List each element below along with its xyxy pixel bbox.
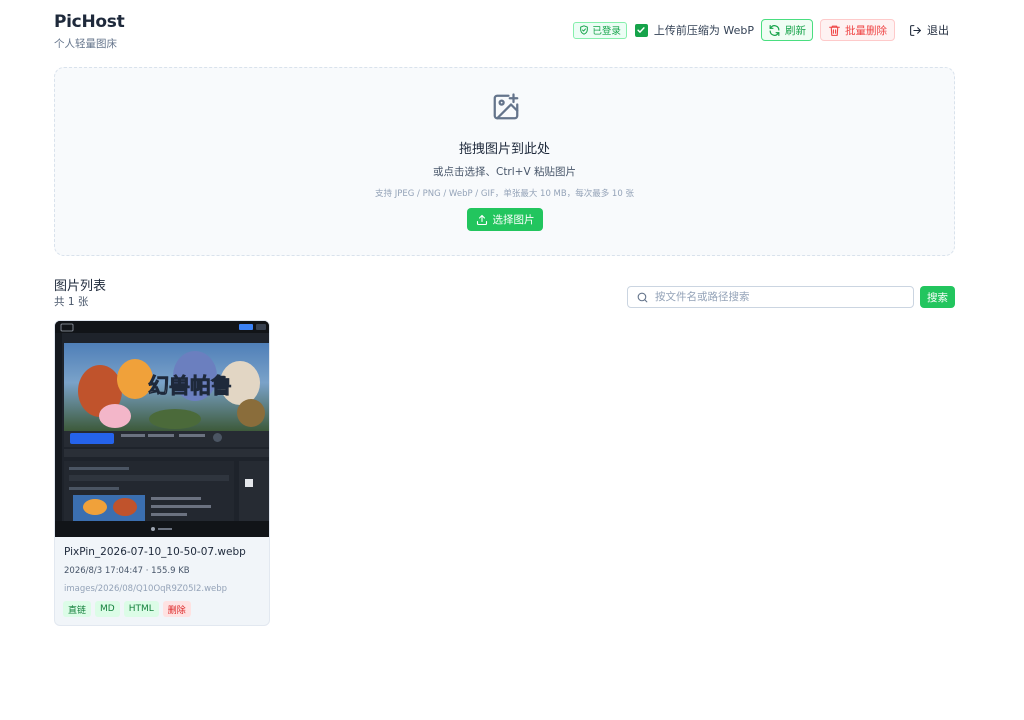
shield-check-icon [580, 25, 589, 35]
dropzone-hint: 支持 JPEG / PNG / WebP / GIF，单张最大 10 MB，每次… [375, 189, 634, 199]
refresh-button[interactable]: 刷新 [761, 19, 813, 41]
header-actions: 已登录 上传前压缩为 WebP 刷新 批量删除 退出 [573, 19, 955, 41]
select-images-button[interactable]: 选择图片 [467, 208, 543, 231]
logged-in-badge: 已登录 [573, 21, 627, 39]
search-icon [637, 292, 648, 302]
copy-direct-link-button[interactable]: 直链 [63, 601, 92, 617]
select-images-label: 选择图片 [492, 214, 535, 226]
logout-label: 退出 [927, 24, 949, 37]
search-input[interactable] [655, 291, 905, 303]
logout-icon [910, 24, 921, 36]
image-plus-icon [493, 93, 519, 120]
compress-webp-option[interactable]: 上传前压缩为 WebP [634, 22, 754, 38]
logout-button[interactable]: 退出 [903, 19, 955, 41]
dropzone-title: 拖拽图片到此处 [458, 142, 550, 157]
bulk-delete-label: 批量删除 [845, 24, 887, 37]
copy-html-button[interactable]: HTML [123, 601, 159, 617]
image-filename: PixPin_2026-07-10_10-50-07.webp [64, 546, 246, 558]
compress-webp-checkbox[interactable] [634, 23, 648, 37]
dropzone-subtitle: 或点击选择、Ctrl+V 粘贴图片 [432, 166, 576, 178]
trash-icon [829, 25, 840, 36]
image-thumbnail[interactable]: 幻兽帕鲁 [55, 321, 270, 537]
bulk-delete-button[interactable]: 批量删除 [820, 19, 895, 41]
search-field[interactable] [627, 286, 914, 308]
copy-markdown-button[interactable]: MD [95, 601, 120, 617]
upload-dropzone[interactable]: 拖拽图片到此处 或点击选择、Ctrl+V 粘贴图片 支持 JPEG / PNG … [54, 67, 955, 256]
image-card: 幻兽帕鲁 PixPin_2026-07-10_10-50-07.webp 202… [54, 320, 270, 626]
image-list-title: 图片列表 [54, 279, 107, 294]
checkmark-icon [637, 27, 646, 33]
image-path: images/2026/08/Q10OqR9Z05I2.webp [64, 584, 228, 594]
image-actions: 直链 MD HTML 删除 [63, 601, 191, 617]
image-meta: 2026/8/3 17:04:47 · 155.9 KB [64, 566, 190, 576]
app-subtitle: 个人轻量图床 [54, 38, 117, 50]
header: PicHost 个人轻量图床 已登录 上传前压缩为 WebP 刷新 批量删除 退… [54, 12, 955, 52]
image-list-count: 共 1 张 [54, 296, 89, 308]
thumbnail-game-title: 幻兽帕鲁 [148, 374, 232, 398]
upload-icon [476, 214, 487, 225]
app-title: PicHost [54, 12, 125, 32]
refresh-label: 刷新 [785, 24, 806, 37]
compress-webp-label: 上传前压缩为 WebP [653, 24, 754, 37]
delete-image-button[interactable]: 删除 [162, 601, 191, 617]
search-button[interactable]: 搜索 [920, 286, 955, 308]
refresh-icon [769, 24, 780, 36]
logged-in-label: 已登录 [592, 26, 621, 37]
